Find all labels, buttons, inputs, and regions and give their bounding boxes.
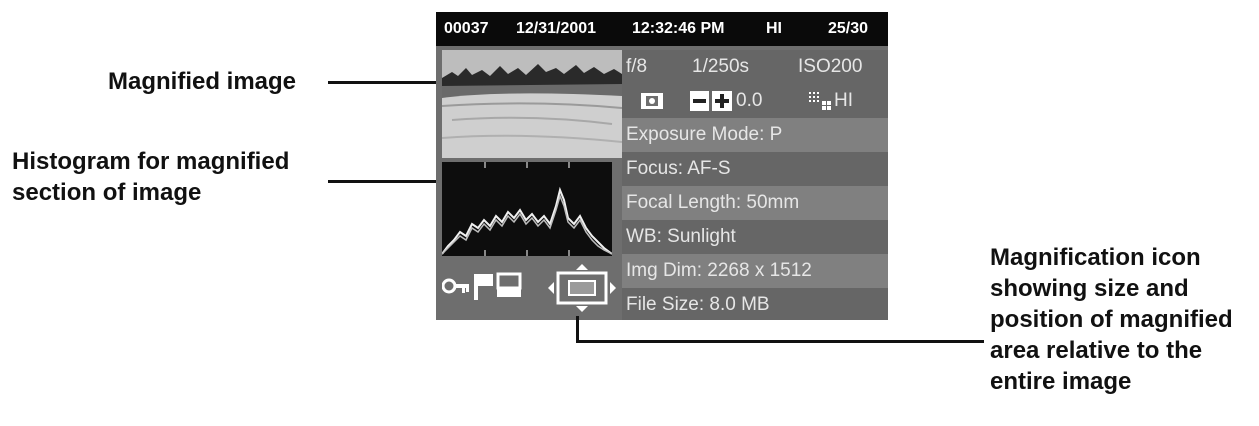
callout-magnified-image-text: Magnified image — [108, 68, 297, 95]
histogram — [442, 162, 612, 256]
print-icon — [496, 272, 522, 297]
focus-text: Focus: AF-S — [626, 158, 731, 179]
leader-line-histogram — [328, 180, 438, 183]
image-quality-value: HI — [834, 90, 853, 111]
lock-icon — [442, 278, 469, 294]
mode-icons-row: 0.0 HI — [622, 84, 888, 118]
info-row-exposure-mode: Exposure Mode: P — [622, 118, 888, 152]
info-row-file-size: File Size: 8.0 MB — [622, 288, 888, 320]
iso: ISO200 — [798, 56, 863, 77]
callout-magnification-line-3: position of magnified — [990, 306, 1233, 333]
exposure-summary-row: f/8 1/250s ISO200 — [622, 50, 888, 84]
white-balance-text: WB: Sunlight — [626, 226, 736, 247]
magnified-image — [442, 50, 622, 158]
metering-icon — [641, 93, 663, 109]
flag-icon — [474, 274, 493, 300]
info-row-white-balance: WB: Sunlight — [622, 220, 888, 254]
histogram-graph — [442, 162, 612, 256]
info-row-focus: Focus: AF-S — [622, 152, 888, 186]
quality: HI — [766, 20, 782, 37]
focal-length-text: Focal Length: 50mm — [626, 192, 800, 213]
callout-histogram: Histogram for magnified section of image — [12, 146, 289, 208]
callout-magnification-line-4: area relative to the — [990, 337, 1203, 364]
leader-line-magnified-image — [328, 81, 438, 84]
magnification-navigator-icon — [548, 264, 616, 312]
exposure-compensation-value: 0.0 — [736, 90, 763, 111]
image-dimensions-text: Img Dim: 2268 x 1512 — [626, 260, 812, 281]
time: 12:32:46 PM — [632, 20, 725, 37]
info-row-image-dimensions: Img Dim: 2268 x 1512 — [622, 254, 888, 288]
frame-number: 00037 — [444, 20, 489, 37]
callout-magnification-line-1: Magnification icon — [990, 244, 1201, 271]
status-bar: 00037 12/31/2001 12:32:46 PM HI 25/30 — [436, 12, 888, 46]
magnified-image-picture — [442, 50, 622, 158]
callout-magnification-icon: Magnification icon showing size and posi… — [990, 242, 1233, 397]
callout-histogram-line-1: Histogram for magnified — [12, 148, 290, 175]
aperture: f/8 — [626, 56, 648, 77]
leader-line-magnification-vertical — [576, 316, 579, 343]
exposure-mode-text: Exposure Mode: P — [626, 124, 783, 145]
callout-histogram-line-2: section of image — [12, 179, 202, 206]
status-icons — [442, 262, 622, 314]
info-row-focal-length: Focal Length: 50mm — [622, 186, 888, 220]
callout-magnified-image: Magnified image — [108, 66, 296, 97]
shot-count: 25/30 — [828, 20, 869, 37]
file-size-text: File Size: 8.0 MB — [626, 294, 770, 315]
image-quality-icon — [809, 92, 831, 110]
shutter-speed: 1/250s — [692, 56, 750, 77]
date: 12/31/2001 — [516, 20, 597, 37]
leader-line-magnification-horizontal — [576, 340, 984, 343]
callout-magnification-line-2: showing size and — [990, 275, 1189, 302]
exposure-compensation-icon — [690, 91, 732, 111]
camera-lcd-screen: 00037 12/31/2001 12:32:46 PM HI 25/30 f/… — [436, 12, 888, 320]
callout-magnification-line-5: entire image — [990, 368, 1132, 395]
